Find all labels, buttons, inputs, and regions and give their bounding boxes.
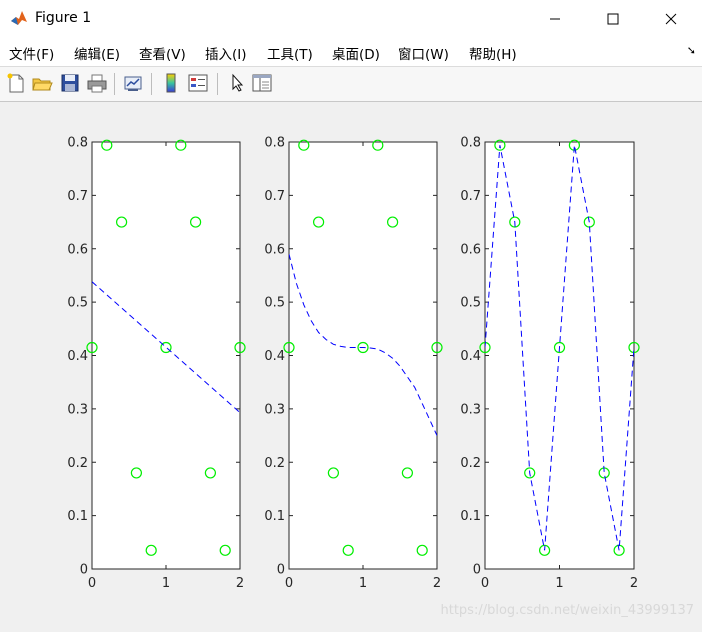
y-tick-label: 0.7 — [264, 189, 285, 204]
x-tick-label: 0 — [285, 576, 293, 591]
y-tick-label: 0.7 — [460, 189, 481, 204]
toolbar-separator — [114, 73, 115, 95]
y-tick-label: 0.4 — [264, 349, 285, 364]
y-tick-label: 0.5 — [67, 296, 88, 311]
y-tick-label: 0.8 — [67, 136, 88, 151]
insert-colorbar-icon — [166, 73, 176, 93]
x-tick-label: 2 — [433, 576, 441, 591]
window-title: Figure 1 — [35, 10, 92, 26]
y-tick-label: 0.1 — [67, 509, 88, 524]
y-tick-label: 0.6 — [67, 242, 88, 257]
property-inspector-button[interactable] — [251, 72, 273, 94]
minimize-icon — [550, 18, 560, 20]
x-tick-label: 0 — [481, 576, 489, 591]
save-button[interactable] — [59, 72, 81, 94]
axes-box — [484, 141, 635, 570]
y-tick-label: 0.6 — [460, 242, 481, 257]
y-tick-label: 0.8 — [460, 136, 481, 151]
y-tick-label: 0 — [80, 563, 88, 578]
toolbar-separator — [151, 73, 152, 95]
select-arrow-button[interactable] — [226, 72, 248, 94]
insert-legend-button[interactable] — [187, 72, 209, 94]
maximize-button[interactable] — [590, 0, 636, 38]
print-button[interactable] — [86, 72, 108, 94]
watermark: https://blog.csdn.net/weixin_43999137 — [440, 603, 694, 618]
menu-view[interactable]: 查看(V) — [139, 43, 186, 63]
subplot-grid: 0 0.1 0.2 0.3 0.4 0.5 0.6 0.7 0.8 0 1 2 0 0.1 0.2 0.3 0.… — [67, 136, 640, 591]
y-tick-label: 0.8 — [264, 136, 285, 151]
menu-bar: 文件(F) 编辑(E) 查看(V) 插入(I) 工具(T) 桌面(D) 窗口(W… — [0, 38, 702, 66]
axes-box — [91, 141, 241, 570]
y-tick-label: 0.3 — [264, 402, 285, 417]
toolbar-separator — [217, 73, 218, 95]
y-tick-label: 0 — [277, 563, 285, 578]
y-tick-label: 0.6 — [264, 242, 285, 257]
y-tick-label: 0.2 — [264, 456, 285, 471]
new-figure-button[interactable] — [5, 72, 27, 94]
figure-canvas: 0 0.1 0.2 0.3 0.4 0.5 0.6 0.7 0.8 0 1 2 0 0.1 0.2 0.3 0.… — [0, 101, 702, 628]
menu-insert[interactable]: 插入(I) — [205, 43, 247, 63]
y-tick-label: 0.2 — [67, 456, 88, 471]
print-icon — [87, 74, 107, 93]
minimize-button[interactable] — [532, 0, 578, 38]
subplot-1: 0 0.1 0.2 0.3 0.4 0.5 0.6 0.7 0.8 0 1 2 — [67, 136, 246, 591]
link-plot-button[interactable] — [122, 72, 144, 94]
subplot-3: 0 0.1 0.2 0.3 0.4 0.5 0.6 0.7 0.8 0 1 2 — [460, 136, 640, 591]
menu-window[interactable]: 窗口(W) — [398, 43, 449, 63]
toolbar — [0, 66, 702, 102]
menu-file[interactable]: 文件(F) — [9, 43, 54, 63]
x-tick-label: 2 — [236, 576, 244, 591]
menu-tools[interactable]: 工具(T) — [267, 43, 313, 63]
y-tick-label: 0.1 — [264, 509, 285, 524]
open-file-button[interactable] — [31, 72, 53, 94]
select-arrow-icon — [232, 73, 244, 92]
y-tick-label: 0.3 — [67, 402, 88, 417]
maximize-icon — [607, 13, 619, 25]
y-tick-label: 0 — [473, 563, 481, 578]
y-tick-label: 0.2 — [460, 456, 481, 471]
x-tick-label: 1 — [555, 576, 563, 591]
y-tick-label: 0.4 — [67, 349, 88, 364]
y-tick-label: 0.4 — [460, 349, 481, 364]
y-tick-label: 0.1 — [460, 509, 481, 524]
x-tick-label: 1 — [162, 576, 170, 591]
link-plot-icon — [124, 76, 142, 91]
menu-help[interactable]: 帮助(H) — [469, 43, 517, 63]
x-tick-label: 1 — [359, 576, 367, 591]
menu-edit[interactable]: 编辑(E) — [74, 43, 120, 63]
x-tick-label: 0 — [88, 576, 96, 591]
y-tick-label: 0.5 — [264, 296, 285, 311]
y-tick-label: 0.5 — [460, 296, 481, 311]
close-button[interactable] — [648, 0, 694, 38]
close-icon — [665, 13, 677, 25]
axes-box — [288, 141, 438, 570]
save-icon — [61, 74, 79, 92]
insert-colorbar-button[interactable] — [160, 72, 182, 94]
subplot-2: 0 0.1 0.2 0.3 0.4 0.5 0.6 0.7 0.8 0 1 2 — [264, 136, 443, 591]
y-tick-label: 0.3 — [460, 402, 481, 417]
title-bar: Figure 1 — [0, 0, 702, 38]
new-figure-icon — [7, 73, 24, 93]
insert-legend-icon — [188, 74, 208, 92]
y-tick-label: 0.7 — [67, 189, 88, 204]
matlab-logo-icon — [10, 9, 28, 27]
open-file-icon — [32, 78, 53, 91]
dock-arrow-icon[interactable]: ➘ — [687, 44, 696, 57]
property-inspector-icon — [252, 74, 272, 92]
x-tick-label: 2 — [630, 576, 638, 591]
menu-desktop[interactable]: 桌面(D) — [332, 43, 380, 63]
